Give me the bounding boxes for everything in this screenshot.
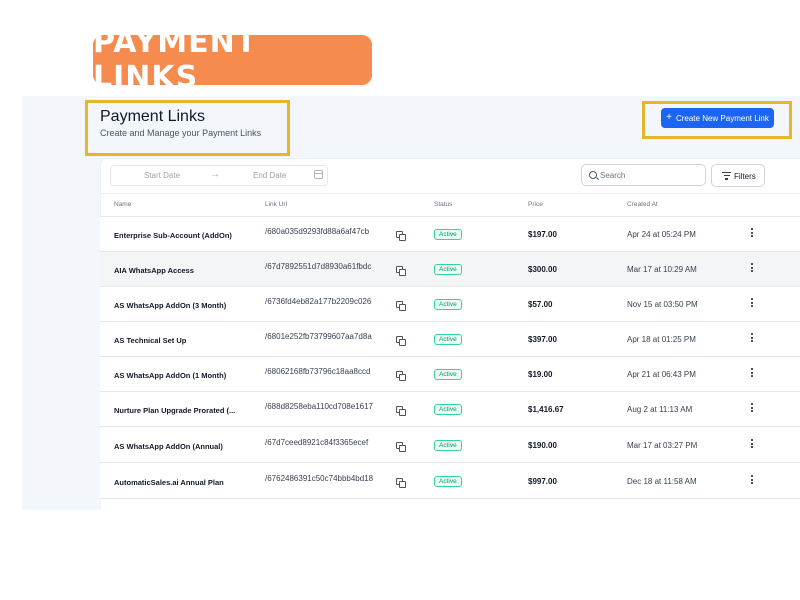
page-subtitle: Create and Manage your Payment Links — [100, 128, 262, 138]
link-name: AS WhatsApp AddOn (Annual) — [114, 442, 223, 451]
column-header-name: Name — [114, 201, 132, 208]
status-badge: Active — [434, 299, 462, 310]
end-date-input[interactable]: End Date — [253, 171, 286, 180]
link-price: $1,416.67 — [528, 405, 564, 414]
copy-icon[interactable] — [396, 406, 406, 416]
link-url[interactable]: /6736fd4eb82a177b2209c026 — [265, 297, 371, 306]
link-price: $997.00 — [528, 477, 557, 486]
link-created-at: Mar 17 at 10:29 AM — [627, 265, 697, 274]
filters-label: Filters — [734, 172, 756, 181]
more-options-icon[interactable] — [750, 403, 754, 415]
link-url[interactable]: /67d7ceed8921c84f3365ecef — [265, 438, 368, 447]
table-row[interactable]: AIA WhatsApp Access /67d7892551d7d8930a6… — [100, 252, 800, 287]
link-name: AS Technical Set Up — [114, 336, 187, 345]
table-row[interactable]: Nurture Plan Upgrade Prorated (... /688d… — [100, 392, 800, 427]
link-url[interactable]: /680a035d9293fd88a6af47cb — [265, 227, 369, 236]
link-created-at: Aug 2 at 11:13 AM — [627, 405, 693, 414]
table-row[interactable]: AS WhatsApp AddOn (3 Month) /6736fd4eb82… — [100, 287, 800, 322]
table-row[interactable]: AS Technical Set Up /6801e252fb73799607a… — [100, 322, 800, 357]
link-created-at: Apr 18 at 01:25 PM — [627, 335, 696, 344]
more-options-icon[interactable] — [750, 439, 754, 451]
status-badge: Active — [434, 334, 462, 345]
search-placeholder: Search — [600, 171, 626, 180]
column-header-price: Price — [528, 201, 543, 208]
arrow-right-icon: → — [210, 169, 220, 180]
more-options-icon[interactable] — [750, 228, 754, 240]
link-name: AS WhatsApp AddOn (1 Month) — [114, 371, 227, 380]
copy-icon[interactable] — [396, 231, 406, 241]
table-row[interactable]: AutomaticSales.ai Annual Plan /676248639… — [100, 464, 800, 499]
link-url[interactable]: /6762486391c50c74bbb4bd18 — [265, 474, 373, 483]
copy-icon[interactable] — [396, 301, 406, 311]
link-url[interactable]: /67d7892551d7d8930a61fbdc — [265, 262, 371, 271]
more-options-icon[interactable] — [750, 333, 754, 345]
link-created-at: Nov 15 at 03:50 PM — [627, 300, 698, 309]
create-button-label: Create New Payment Link — [675, 113, 769, 123]
column-header-link-url: Link Url — [265, 201, 288, 208]
table-row[interactable]: AS WhatsApp AddOn (1 Month) /68062168fb7… — [100, 357, 800, 392]
copy-icon[interactable] — [396, 266, 406, 276]
status-badge: Active — [434, 476, 462, 487]
link-price: $19.00 — [528, 370, 553, 379]
more-options-icon[interactable] — [750, 368, 754, 380]
banner-label: PAYMENT LINKS — [93, 25, 258, 95]
link-created-at: Apr 21 at 06:43 PM — [627, 370, 696, 379]
copy-icon[interactable] — [396, 442, 406, 452]
link-name: Enterprise Sub-Account (AddOn) — [114, 231, 232, 240]
link-price: $197.00 — [528, 230, 557, 239]
more-options-icon[interactable] — [750, 475, 754, 487]
more-options-icon[interactable] — [750, 263, 754, 275]
link-price: $300.00 — [528, 265, 557, 274]
link-name: AIA WhatsApp Access — [114, 266, 194, 275]
link-created-at: Apr 24 at 05:24 PM — [627, 230, 696, 239]
filters-button[interactable]: Filters — [711, 164, 765, 187]
link-price: $57.00 — [528, 300, 553, 309]
link-price: $397.00 — [528, 335, 557, 344]
column-header-created-at: Created At — [627, 201, 658, 208]
payment-links-banner: PAYMENT LINKS — [93, 25, 372, 95]
more-options-icon[interactable] — [750, 298, 754, 310]
status-badge: Active — [434, 264, 462, 275]
copy-icon[interactable] — [396, 371, 406, 381]
search-input[interactable]: Search — [581, 164, 706, 186]
link-url[interactable]: /688d8258eba110cd708e1617 — [265, 402, 373, 411]
create-payment-link-button[interactable]: + Create New Payment Link — [661, 108, 774, 128]
copy-icon[interactable] — [396, 336, 406, 346]
search-icon — [589, 171, 597, 179]
link-price: $190.00 — [528, 441, 557, 450]
calendar-icon[interactable] — [314, 170, 323, 179]
column-header-status: Status — [434, 201, 453, 208]
start-date-input[interactable]: Start Date — [144, 171, 180, 180]
date-range-picker[interactable]: Start Date → End Date — [110, 165, 328, 186]
filter-icon — [722, 172, 731, 180]
status-badge: Active — [434, 440, 462, 451]
link-name: AutomaticSales.ai Annual Plan — [114, 478, 224, 487]
page-title: Payment Links — [100, 108, 205, 125]
link-name: AS WhatsApp AddOn (3 Month) — [114, 301, 227, 310]
status-badge: Active — [434, 404, 462, 415]
link-created-at: Mar 17 at 03:27 PM — [627, 441, 698, 450]
plus-icon: + — [666, 112, 672, 123]
copy-icon[interactable] — [396, 478, 406, 488]
link-name: Nurture Plan Upgrade Prorated (... — [114, 406, 236, 415]
link-url[interactable]: /6801e252fb73799607aa7d8a — [265, 332, 372, 341]
link-created-at: Dec 18 at 11:58 AM — [627, 477, 697, 486]
status-badge: Active — [434, 229, 462, 240]
link-url[interactable]: /68062168fb73796c18aa8ccd — [265, 367, 370, 376]
status-badge: Active — [434, 369, 462, 380]
table-row[interactable]: Enterprise Sub-Account (AddOn) /680a035d… — [100, 217, 800, 252]
table-row[interactable]: AS WhatsApp AddOn (Annual) /67d7ceed8921… — [100, 428, 800, 463]
